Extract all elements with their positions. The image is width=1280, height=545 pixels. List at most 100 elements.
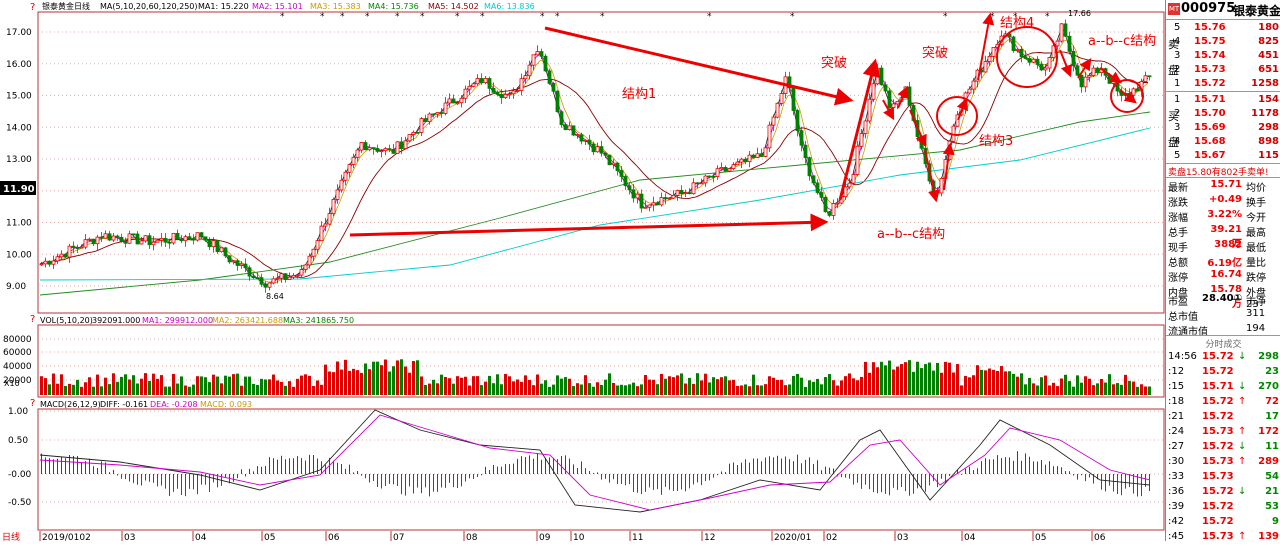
volume-bar [236,373,239,395]
volume-bar [40,376,43,395]
candle-body [231,260,236,263]
date-label: 12 [704,533,715,541]
event-star-icon: * [1045,12,1050,22]
volume-bar [272,374,275,395]
candle-body [819,192,824,198]
tick-direction-icon: ↑ [1238,426,1247,437]
candle-body [371,147,376,150]
macd-panel-frame [37,408,1165,531]
candle-body [935,191,940,194]
help-icon[interactable]: ? [30,2,35,13]
ma-indicator-name[interactable]: MA(5,10,20,60,120,250) [100,2,198,11]
candle-body [431,113,436,116]
candle-body [379,150,384,153]
tick-direction-icon: ↑ [1238,531,1247,542]
ask-volume: 1258 [1251,78,1279,89]
candle-body [215,240,220,253]
tick-row: :42 15.72 9 [1166,515,1280,530]
high-marker: 17.66 [1068,9,1091,18]
tick-price: 15.72 [1202,501,1234,512]
volume-bar [584,375,587,395]
volume-bar [780,379,783,395]
volume-bar [804,386,807,395]
bid-volume: 154 [1258,94,1279,105]
candle-body [531,54,536,66]
volume-bar [360,372,363,395]
date-label: 05 [1035,533,1046,541]
kline-chart[interactable]: * * * * * * * * * * * * * * * * * 17.0016.0015.0014.0013… [0,0,1165,541]
bid-price: 15.71 [1194,94,1226,105]
candle-body [1031,58,1036,63]
event-star-icon: * [395,12,400,22]
volume-bar [932,370,935,395]
tick-direction-icon: ↑ [1238,456,1247,467]
help-icon-vol[interactable]: ? [30,314,35,325]
volume-bar [628,384,631,395]
stat-key: 总手 [1168,228,1188,239]
period-label[interactable]: 日线 [2,531,20,541]
event-star-icon: * [365,12,370,22]
volume-bar [240,385,243,395]
volume-bar [744,384,747,395]
candle-body [1087,75,1092,78]
candle-body [631,189,636,199]
macd-diff: DIFF: -0.161 [100,400,148,409]
volume-bar [216,376,219,395]
candle-body [323,223,328,227]
candle-body [855,145,860,175]
volume-bar [680,373,683,395]
volume-bar [1124,374,1127,395]
ask-price: 15.75 [1194,36,1226,47]
candle-body [251,275,256,279]
volume-bar [792,375,795,395]
candle-body [511,90,516,95]
volume-bar [952,372,955,395]
main-legend: 银泰黄金日线 MA(5,10,20,60,120,250) MA1: 15.22… [42,1,535,11]
tick-time: :39 [1168,501,1185,512]
candle-body [535,51,540,56]
trend-arrow [349,213,829,237]
candle-body [527,64,532,77]
candle-body [859,133,864,147]
candle-body [319,225,324,242]
date-label: 11 [632,533,643,541]
macd-indicator-name[interactable]: MACD(26,12,9) [40,400,101,409]
candle-body [567,125,572,131]
bid-price: 15.69 [1194,122,1226,133]
candle-body [155,239,160,243]
volume-bar [632,382,635,395]
volume-bar [256,384,259,395]
tick-row: :36 15.72 ↓ 21 [1166,485,1280,500]
volume-bar [344,359,347,395]
tick-time: 14:56 [1168,351,1197,362]
volume-bar [204,377,207,395]
volume-bar [152,373,155,395]
volume-bar [968,377,971,395]
ma4-value: MA4: 15.736 [368,2,419,11]
volume-bar [76,379,79,395]
volume-bar [544,380,547,395]
volume-bar [412,361,415,395]
vol-indicator-name[interactable]: VOL(5,10,20) [40,316,93,325]
candle-body [483,78,488,84]
tick-row: :30 15.73 ↑ 289 [1166,455,1280,470]
volume-bar [80,386,83,395]
price-tick: 16.00 [6,60,32,70]
candle-body [847,182,852,188]
candle-body [891,103,896,109]
volume-bar [668,376,671,395]
stat-value: 16.74 [1210,269,1242,280]
candle-body [771,116,776,126]
stat-key: 总市值 [1168,312,1198,323]
candle-body [195,232,200,241]
candle-body [695,182,700,185]
tick-volume: 17 [1265,411,1279,422]
tick-time: :18 [1168,396,1185,407]
candle-body [555,90,560,113]
candle-body [151,241,156,246]
volume-bar [784,385,787,395]
candle-body [1075,65,1080,76]
event-star-icon: * [340,12,345,22]
volume-bar [468,385,471,395]
help-icon-macd[interactable]: ? [30,398,35,409]
